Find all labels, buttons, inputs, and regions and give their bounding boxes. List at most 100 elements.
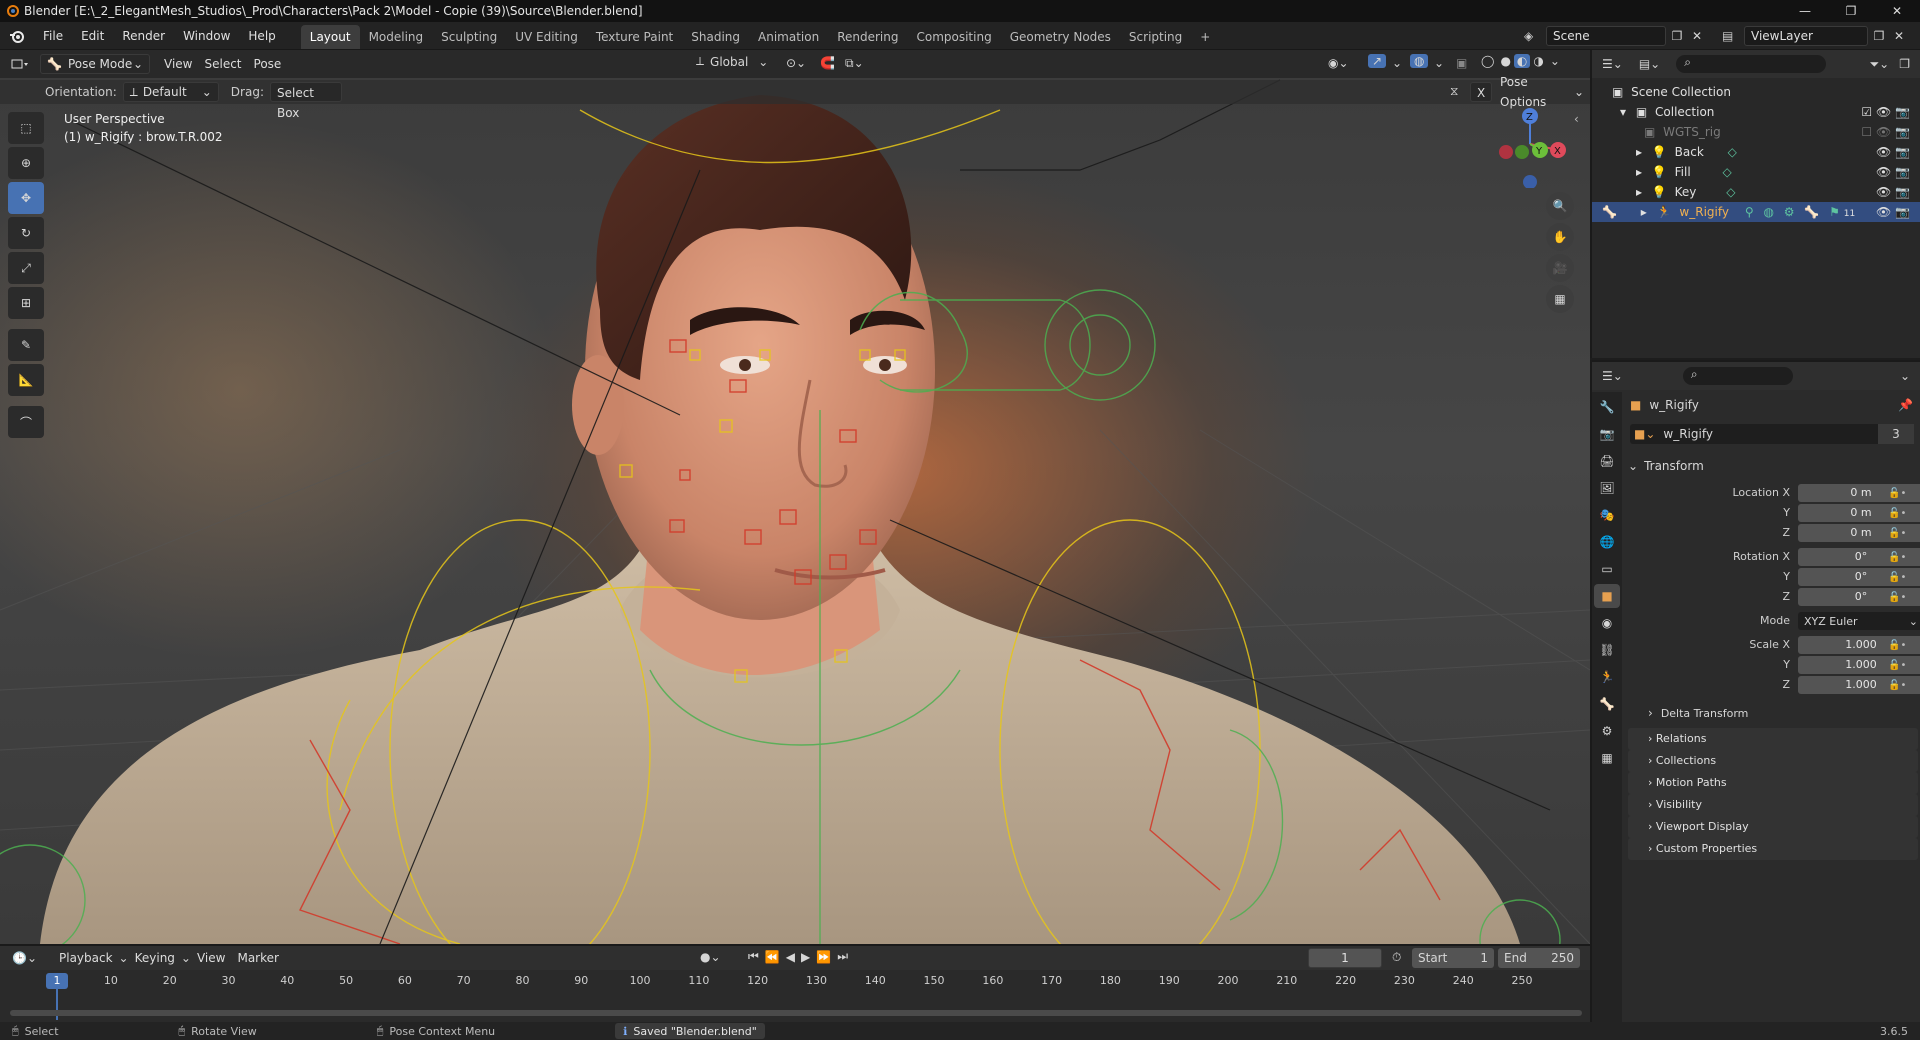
outliner-row-key[interactable]: ▸ 💡 Key ◇ 👁 📷 <box>1592 182 1920 202</box>
panel-visibility[interactable]: › Visibility <box>1628 794 1918 816</box>
outliner-row-w-rigify[interactable]: 🦴 ▸ 🏃 w_Rigify ⚲ ◍ ⚙ 🦴 ⚑ 11 👁 📷 <box>1592 202 1920 222</box>
cursor-tool[interactable]: ⊕ <box>8 147 44 179</box>
navigation-gizmo[interactable]: Z X Y <box>1490 104 1586 188</box>
panel-collections[interactable]: › Collections <box>1628 750 1918 772</box>
tab-layout[interactable]: Layout <box>300 24 360 49</box>
delta-transform-subpanel[interactable]: › Delta Transform <box>1648 702 1748 724</box>
timeline-menu-keying[interactable]: Keying <box>129 948 181 968</box>
minimize-button[interactable]: — <box>1782 0 1828 22</box>
tool-tab-icon[interactable]: 🔧 <box>1594 395 1620 419</box>
jump-end-icon[interactable]: ⏭ <box>837 949 848 964</box>
transform-panel-header[interactable]: ⌄ Transform <box>1628 454 1918 478</box>
gizmo-dropdown-icon[interactable]: ⌄ <box>1392 56 1402 70</box>
snapping-icon[interactable]: 🧲 <box>820 56 835 70</box>
viewport-menu-view[interactable]: View <box>158 54 198 74</box>
camera-view-icon[interactable]: 🎥 <box>1546 254 1574 282</box>
expand-arrow-icon[interactable]: ▸ <box>1636 185 1642 199</box>
physics-tab-icon[interactable]: ◉ <box>1594 611 1620 635</box>
pose-options-dropdown[interactable]: Pose Options ⌄ <box>1494 75 1590 109</box>
eye-icon[interactable]: 👁 <box>1876 165 1891 179</box>
frame-ruler[interactable]: 1102030405060708090100110120130140150160… <box>0 972 1590 992</box>
timeline-editor-icon[interactable]: 🕒⌄ <box>12 951 37 965</box>
camera-icon[interactable]: 📷 <box>1895 185 1910 199</box>
delete-view-layer-icon[interactable]: ✕ <box>1890 29 1908 43</box>
checkbox-icon[interactable]: ☑ <box>1861 105 1872 119</box>
bone-constraint-tab-icon[interactable]: ⚙ <box>1594 719 1620 743</box>
stopwatch-icon[interactable]: ⏱ <box>1392 950 1401 965</box>
blender-menu-icon[interactable] <box>0 28 34 44</box>
menu-edit[interactable]: Edit <box>72 22 113 50</box>
transform-orientation-dropdown[interactable]: ⟂ Global ⌄ <box>696 54 768 69</box>
play-reverse-icon[interactable]: ◀ <box>786 950 795 964</box>
status-report[interactable]: ℹ Saved "Blender.blend" <box>615 1023 765 1039</box>
camera-icon[interactable]: 📷 <box>1895 125 1910 139</box>
camera-icon[interactable]: 📷 <box>1895 145 1910 159</box>
lock-icon[interactable]: 🔓• <box>1888 548 1918 568</box>
lock-icon[interactable]: 🔓• <box>1888 484 1918 504</box>
tab-compositing[interactable]: Compositing <box>907 25 1000 49</box>
light-data-icon[interactable]: ◇ <box>1726 185 1735 199</box>
collapse-sidebar-icon[interactable]: ‹ <box>1574 112 1579 126</box>
view-layer-selector[interactable]: ▤ ViewLayer ❐ ✕ <box>1722 26 1908 46</box>
bone-roll-tool[interactable]: ⌒ <box>8 406 44 438</box>
lock-icon[interactable]: 🔓• <box>1888 676 1918 696</box>
panel-viewport-display[interactable]: › Viewport Display <box>1628 816 1918 838</box>
outliner-editor-icon[interactable]: ☰⌄ <box>1602 57 1623 71</box>
outliner-row-wgts-rig[interactable]: ▣ WGTS_rig ☐ 👁 📷 <box>1592 122 1920 142</box>
display-mode-icon[interactable]: ▤⌄ <box>1639 57 1660 71</box>
pivot-point-icon[interactable]: ⊙⌄ <box>786 56 806 70</box>
3d-viewport[interactable]: 🦴 Pose Mode ⌄ View Select Pose ⟂ Global … <box>0 50 1590 944</box>
properties-editor-icon[interactable]: ☰⌄ <box>1602 369 1623 383</box>
modifier-icon[interactable]: ◍ <box>1763 205 1773 219</box>
eye-icon[interactable]: 👁 <box>1876 125 1891 139</box>
viewport-menu-pose[interactable]: Pose <box>248 54 288 74</box>
lock-icon[interactable]: 🔓• <box>1888 504 1918 524</box>
constraint-icon[interactable]: ⚙ <box>1784 205 1795 219</box>
world-tab-icon[interactable]: 🌐 <box>1594 530 1620 554</box>
wireframe-shading-icon[interactable]: ◯ <box>1478 54 1497 68</box>
panel-relations[interactable]: › Relations <box>1628 728 1918 750</box>
perspective-grid-icon[interactable]: ▦ <box>1546 285 1574 313</box>
measure-tool[interactable]: 📐 <box>8 364 44 396</box>
outliner-row-fill[interactable]: ▸ 💡 Fill ◇ 👁 📷 <box>1592 162 1920 182</box>
current-frame-field[interactable]: 1 <box>1308 948 1382 968</box>
render-tab-icon[interactable]: 📷 <box>1594 422 1620 446</box>
view-layer-field[interactable]: ViewLayer <box>1744 26 1868 46</box>
select-box-tool[interactable]: ⬚ <box>8 112 44 144</box>
timeline-menu-marker[interactable]: Marker <box>231 948 284 968</box>
lock-icon[interactable]: 🔓• <box>1888 656 1918 676</box>
x-mirror-toggle[interactable]: X <box>1470 82 1493 102</box>
tab-scripting[interactable]: Scripting <box>1120 25 1191 49</box>
menu-render[interactable]: Render <box>113 22 174 50</box>
record-icon[interactable]: ●⌄ <box>700 950 721 964</box>
rendered-shading-icon[interactable]: ◑ <box>1530 54 1546 68</box>
menu-help[interactable]: Help <box>239 22 284 50</box>
tab-sculpting[interactable]: Sculpting <box>432 25 506 49</box>
editor-type-icon[interactable] <box>0 57 40 71</box>
scene-name-field[interactable]: Scene <box>1546 26 1666 46</box>
tab-uv-editing[interactable]: UV Editing <box>506 25 587 49</box>
close-button[interactable]: ✕ <box>1874 0 1920 22</box>
armature-data-icon[interactable]: ⚲ <box>1745 205 1754 219</box>
expand-arrow-icon[interactable]: ▸ <box>1636 165 1642 179</box>
eye-icon[interactable]: 👁 <box>1876 185 1891 199</box>
camera-icon[interactable]: 📷 <box>1895 205 1910 219</box>
constraints-tab-icon[interactable]: ⛓ <box>1594 638 1620 662</box>
outliner-row-scene-collection[interactable]: ▣ Scene Collection <box>1592 82 1920 102</box>
xray-toggle-icon[interactable]: ▣ <box>1456 56 1467 70</box>
filter-icon[interactable]: ⏷⌄ <box>1870 57 1890 72</box>
object-tab-icon[interactable]: ■ <box>1594 584 1620 608</box>
start-frame-field[interactable]: Start 1 <box>1412 948 1494 968</box>
add-workspace-button[interactable]: + <box>1191 25 1219 49</box>
new-view-layer-icon[interactable]: ❐ <box>1868 29 1890 43</box>
pan-hand-icon[interactable]: ✋ <box>1546 223 1574 251</box>
outliner-row-back[interactable]: ▸ 💡 Back ◇ 👁 📷 <box>1592 142 1920 162</box>
eye-icon[interactable]: 👁 <box>1876 105 1891 119</box>
maximize-button[interactable]: ❐ <box>1828 0 1874 22</box>
properties-search-input[interactable]: ⌕ <box>1682 367 1793 385</box>
view-layer-tab-icon[interactable]: 🖼 <box>1594 476 1620 500</box>
scene-tab-icon[interactable]: 🎭 <box>1594 503 1620 527</box>
menu-file[interactable]: File <box>34 22 72 50</box>
armature-data-tab-icon[interactable]: 🏃 <box>1594 665 1620 689</box>
timeline-menu-playback[interactable]: Playback <box>53 948 119 968</box>
